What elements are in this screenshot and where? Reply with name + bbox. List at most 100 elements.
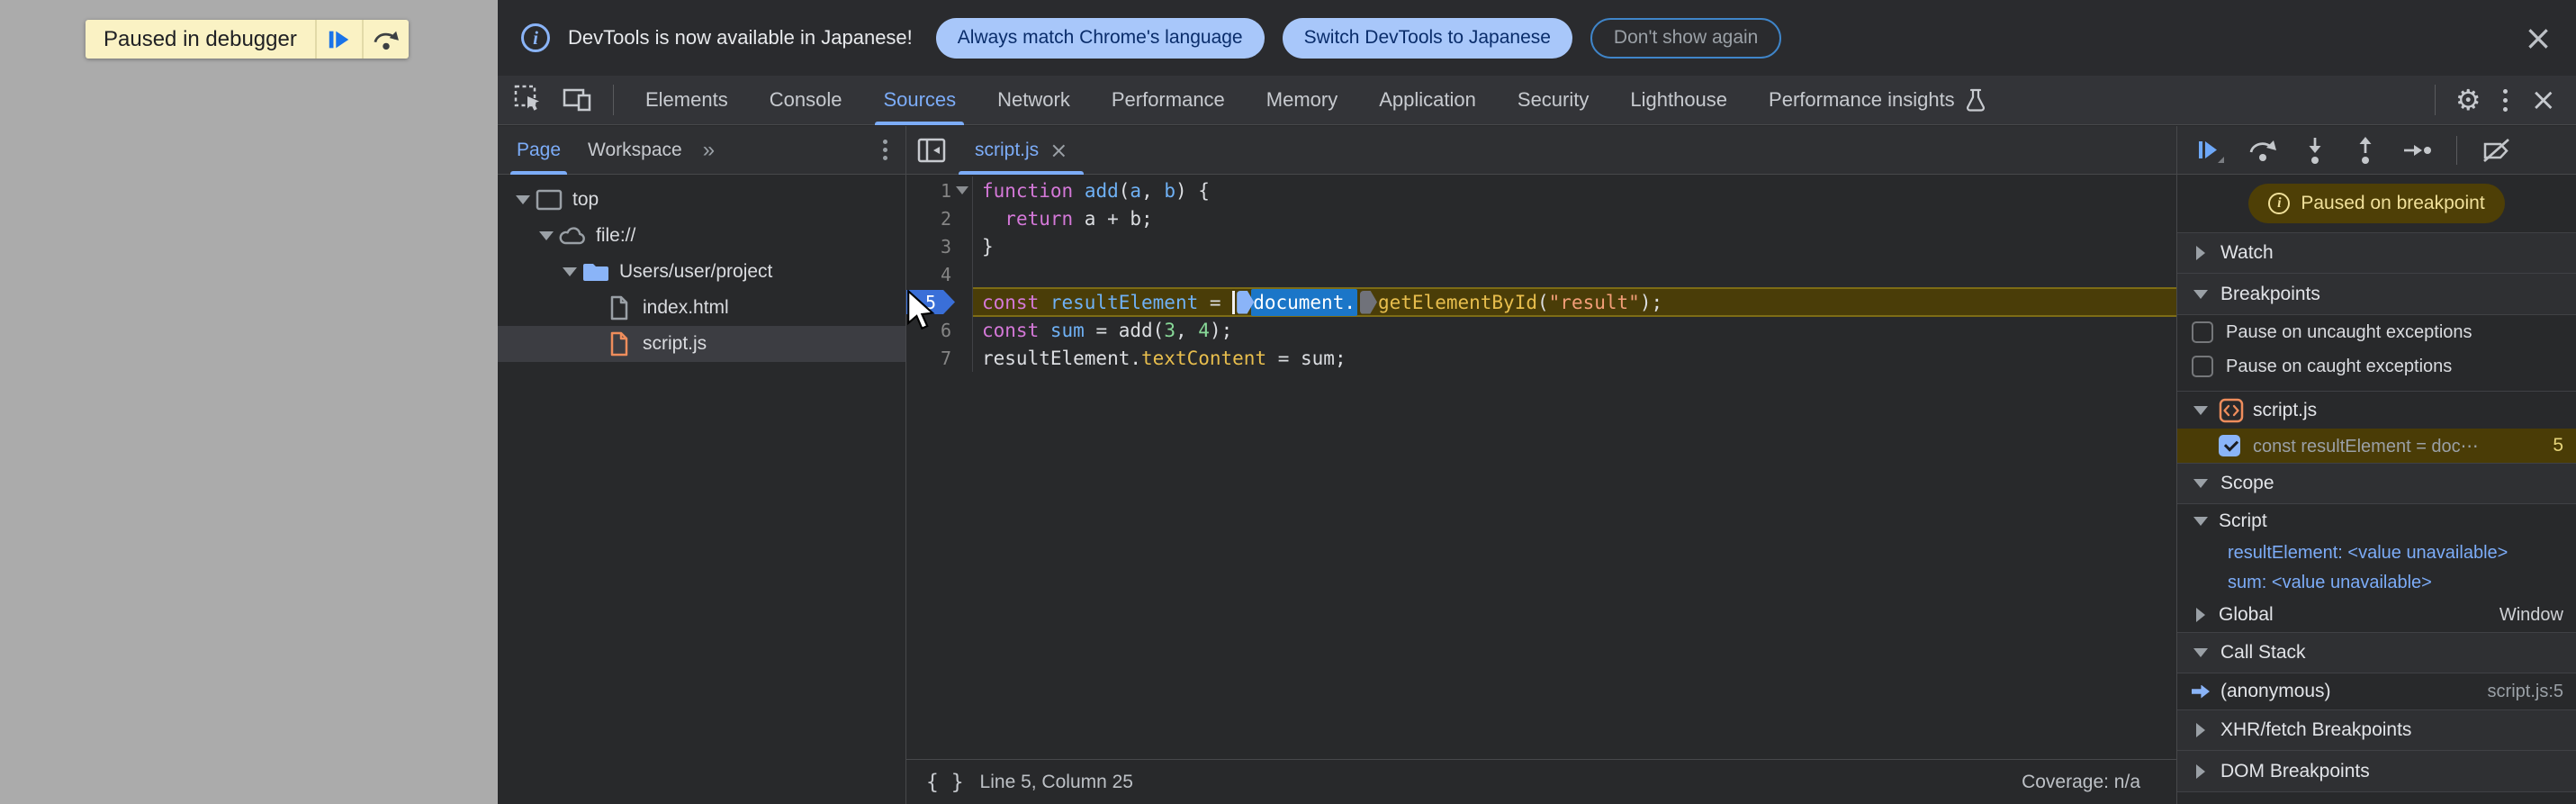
resume-script-icon[interactable] (317, 20, 362, 59)
switch-to-japanese-button[interactable]: Switch DevTools to Japanese (1282, 17, 1572, 59)
breakpoint-checkbox[interactable] (2219, 435, 2240, 456)
section-label: Global (2219, 604, 2274, 625)
selected-token: document. (1251, 288, 1357, 316)
close-icon[interactable]: × (2524, 21, 2553, 55)
scope-group-script[interactable]: Script (2177, 504, 2576, 538)
close-tab-icon[interactable]: × (1049, 138, 1067, 163)
inspect-element-icon[interactable] (505, 85, 554, 115)
tab-security[interactable]: Security (1497, 76, 1609, 125)
tab-page[interactable]: Page (503, 126, 574, 175)
section-breakpoints[interactable]: Breakpoints (2177, 274, 2576, 315)
devtools-tabbar: Elements Console Sources Network Performance… (498, 76, 2576, 125)
tab-lighthouse[interactable]: Lighthouse (1609, 76, 1748, 125)
tab-sources[interactable]: Sources (862, 76, 977, 125)
code-line-6[interactable]: 6 const sum = add(3, 4); (906, 316, 2176, 344)
section-dom-breakpoints[interactable]: DOM Breakpoints (2177, 751, 2576, 792)
tab-network[interactable]: Network (977, 76, 1091, 125)
code-editor[interactable]: 1 function add(a, b) {2 return a + b; 3} 4 5… (906, 175, 2176, 759)
tab-performance[interactable]: Performance (1091, 76, 1246, 125)
code-line-2[interactable]: 2 return a + b; (906, 204, 2176, 232)
line-number[interactable]: 7 (906, 348, 951, 369)
tab-elements[interactable]: Elements (625, 76, 749, 125)
always-match-language-button[interactable]: Always match Chrome's language (935, 17, 1265, 59)
more-options-icon[interactable] (2490, 88, 2520, 112)
expand-arrow-icon[interactable] (560, 267, 580, 276)
code-token: ) { (1175, 179, 1210, 202)
format-braces-icon[interactable]: { } (926, 771, 964, 794)
editor-tab-scriptjs[interactable]: script.js × (959, 126, 1085, 175)
step-into-icon[interactable] (2301, 136, 2328, 165)
deactivate-breakpoints-icon[interactable] (2481, 137, 2513, 164)
call-stack-frame[interactable]: (anonymous) script.js:5 (2177, 673, 2576, 709)
expand-arrow-icon[interactable] (513, 195, 533, 204)
line-number[interactable]: 3 (906, 236, 951, 257)
line-number[interactable]: 2 (906, 208, 951, 230)
resume-icon[interactable] (2195, 136, 2224, 165)
code-line-5[interactable]: 5 const resultElement = document. getEleme… (906, 287, 2176, 317)
step-over-icon[interactable] (364, 20, 409, 59)
breakpoint-entry[interactable]: const resultElement = doc⋯ 5 (2177, 429, 2576, 463)
tree-item-users-user-project[interactable]: Users/user/project (498, 254, 905, 290)
tree-item-label: Users/user/project (619, 261, 773, 282)
tree-item-label: file:// (596, 225, 636, 246)
navigator-more-options-icon[interactable] (874, 136, 896, 164)
tab-application[interactable]: Application (1358, 76, 1497, 125)
section-watch[interactable]: Watch (2177, 232, 2576, 274)
triangle-down-icon (2192, 479, 2210, 488)
script-file-icon (2219, 398, 2244, 423)
section-label: Call Stack (2220, 642, 2306, 663)
triangle-down-icon (2192, 517, 2210, 526)
dont-show-again-button[interactable]: Don't show again (1590, 17, 1782, 59)
expand-arrow-icon[interactable] (536, 231, 556, 240)
settings-gear-icon[interactable]: ⚙ (2446, 83, 2490, 117)
triangle-down (539, 231, 554, 240)
close-devtools-icon[interactable]: × (2520, 82, 2568, 118)
tree-item-script-js[interactable]: script.js (498, 326, 905, 362)
tab-memory[interactable]: Memory (1246, 76, 1358, 125)
code-token: 3 (1164, 319, 1175, 341)
code-line-content: function add(a, b) { (973, 180, 1210, 202)
section-label: Scope (2220, 473, 2274, 493)
toggle-navigator-icon[interactable] (906, 138, 959, 163)
step-out-icon[interactable] (2352, 136, 2379, 165)
code-line-3[interactable]: 3} (906, 232, 2176, 260)
tab-console[interactable]: Console (749, 76, 863, 125)
cloud-icon (556, 225, 589, 247)
tab-workspace[interactable]: Workspace (574, 126, 696, 175)
line-number[interactable]: 4 (906, 264, 951, 285)
file-gray-icon (603, 295, 635, 321)
checkbox-icon[interactable] (2192, 321, 2213, 343)
tab-performance-insights[interactable]: Performance insights (1748, 76, 2008, 125)
more-tabs-icon[interactable]: » (696, 138, 722, 163)
section-xhr-fetch-breakpoints[interactable]: XHR/fetch Breakpoints (2177, 709, 2576, 751)
tree-item-file[interactable]: file:// (498, 218, 905, 254)
section-label: DOM Breakpoints (2220, 760, 2370, 781)
line-number[interactable]: 1 (906, 180, 951, 202)
scope-variable-resultelement: resultElement: <value unavailable> (2177, 538, 2576, 568)
step-icon[interactable] (2402, 137, 2433, 164)
tree-item-top[interactable]: top (498, 182, 905, 218)
checkbox-icon[interactable] (2192, 356, 2213, 377)
step-over-icon[interactable] (2247, 137, 2278, 164)
code-token: const (982, 319, 1040, 341)
frame-location: script.js:5 (2487, 681, 2563, 701)
toggle-device-toolbar-icon[interactable] (554, 86, 602, 113)
breakpoint-group-script-js[interactable]: script.js (2177, 391, 2576, 429)
tree-item-index-html[interactable]: index.html (498, 290, 905, 326)
info-icon: i (2268, 193, 2291, 214)
checkbox-pause-on-uncaught-exceptions[interactable]: Pause on uncaught exceptions (2177, 315, 2576, 349)
scope-group-global[interactable]: Global Window (2177, 598, 2576, 632)
code-token: = add( (1084, 319, 1165, 341)
checkbox-pause-on-caught-exceptions[interactable]: Pause on caught exceptions (2177, 349, 2576, 384)
code-fold-icon[interactable] (951, 186, 972, 194)
line-number[interactable]: 6 (906, 320, 951, 341)
code-line-7[interactable]: 7 resultElement. textContent = sum; (906, 344, 2176, 372)
code-line-4[interactable]: 4 (906, 260, 2176, 288)
divider (2434, 85, 2436, 115)
code-token: sum (1049, 319, 1085, 341)
triangle-right-icon (2192, 723, 2210, 737)
section-call-stack[interactable]: Call Stack (2177, 632, 2576, 673)
code-line-1[interactable]: 1 function add(a, b) { (906, 176, 2176, 204)
section-scope[interactable]: Scope (2177, 463, 2576, 504)
